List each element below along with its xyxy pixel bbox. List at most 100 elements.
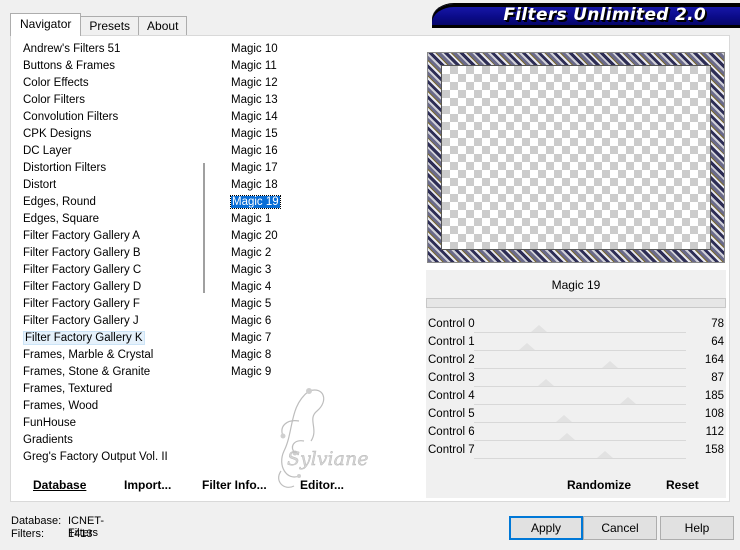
control-slider-thumb[interactable] <box>530 325 547 332</box>
filter-item[interactable]: Magic 6 <box>229 313 277 330</box>
category-item[interactable]: Distortion Filters <box>21 160 201 177</box>
category-list[interactable]: Andrew's Filters 51 Buttons & Frames Color… <box>21 41 201 471</box>
control-row[interactable]: Control 3 87 <box>426 370 726 388</box>
control-slider-track[interactable] <box>474 440 686 441</box>
filter-item[interactable]: Magic 4 <box>229 279 277 296</box>
filter-item[interactable]: Magic 8 <box>229 347 277 364</box>
filter-item[interactable]: Magic 14 <box>229 109 278 126</box>
control-slider-thumb[interactable] <box>555 415 572 422</box>
category-item[interactable]: Color Filters <box>21 92 201 109</box>
category-item-label: Color Effects <box>23 77 89 89</box>
import-button[interactable]: Import... <box>124 478 171 492</box>
filter-item-label: Magic 15 <box>231 128 278 140</box>
control-slider-thumb[interactable] <box>619 397 636 404</box>
category-item[interactable]: Greg's Factory Output Vol. II <box>21 449 201 466</box>
filter-item[interactable]: Magic 19 <box>229 194 281 211</box>
tab-navigator[interactable]: Navigator <box>10 13 82 36</box>
control-slider-track[interactable] <box>474 368 686 369</box>
category-item[interactable]: DC Layer <box>21 143 201 160</box>
apply-button[interactable]: Apply <box>509 516 583 540</box>
category-item[interactable]: Filter Factory Gallery A <box>21 228 201 245</box>
filter-item[interactable]: Magic 20 <box>229 228 278 245</box>
filter-item[interactable]: Magic 12 <box>229 75 278 92</box>
category-item[interactable]: Filter Factory Gallery J <box>21 313 201 330</box>
filter-item[interactable]: Magic 7 <box>229 330 277 347</box>
editor-button[interactable]: Editor... <box>300 478 344 492</box>
filter-item[interactable]: Magic 9 <box>229 364 277 381</box>
filter-item-label: Magic 17 <box>231 162 278 174</box>
reset-button[interactable]: Reset <box>666 478 699 492</box>
control-slider-track[interactable] <box>474 332 686 333</box>
control-slider-thumb[interactable] <box>602 361 619 368</box>
category-item[interactable]: Filter Factory Gallery K <box>21 330 201 347</box>
reset-button-label: Reset <box>666 478 699 492</box>
control-row[interactable]: Control 7 158 <box>426 442 726 460</box>
category-item[interactable]: Edges, Round <box>21 194 201 211</box>
category-item[interactable]: Frames, Wood <box>21 398 201 415</box>
category-item[interactable]: Gradients <box>21 432 201 449</box>
category-item[interactable]: Color Effects <box>21 75 201 92</box>
filter-item[interactable]: Magic 5 <box>229 296 277 313</box>
category-item[interactable]: Convolution Filters <box>21 109 201 126</box>
category-item[interactable]: Edges, Square <box>21 211 201 228</box>
category-scroll-thumb[interactable] <box>203 163 205 293</box>
tab-about[interactable]: About <box>138 16 188 36</box>
control-slider-thumb[interactable] <box>597 451 614 458</box>
control-row[interactable]: Control 0 78 <box>426 316 726 334</box>
control-row[interactable]: Control 1 64 <box>426 334 726 352</box>
category-item[interactable]: Frames, Marble & Crystal <box>21 347 201 364</box>
control-slider-thumb[interactable] <box>559 433 576 440</box>
category-item[interactable]: Andrew's Filters 51 <box>21 41 201 58</box>
control-value: 158 <box>704 444 724 456</box>
title-banner: Filters Unlimited 2.0 <box>432 4 740 25</box>
filter-item-label: Magic 20 <box>231 230 278 242</box>
category-item[interactable]: Buttons & Frames <box>21 58 201 75</box>
category-item[interactable]: Frames, Textured <box>21 381 201 398</box>
category-item[interactable]: Frames, Stone & Granite <box>21 364 201 381</box>
control-row[interactable]: Control 2 164 <box>426 352 726 370</box>
control-row[interactable]: Control 5 108 <box>426 406 726 424</box>
control-row[interactable]: Control 6 112 <box>426 424 726 442</box>
filter-item[interactable]: Magic 13 <box>229 92 278 109</box>
category-item[interactable]: Filter Factory Gallery C <box>21 262 201 279</box>
control-slider-track[interactable] <box>474 386 686 387</box>
filter-item[interactable]: Magic 18 <box>229 177 278 194</box>
filter-item[interactable]: Magic 11 <box>229 58 277 75</box>
control-slider-track[interactable] <box>474 422 686 423</box>
filter-item-label: Magic 14 <box>231 111 278 123</box>
filter-item[interactable]: Magic 3 <box>229 262 277 279</box>
filter-item[interactable]: Magic 2 <box>229 245 277 262</box>
category-item-label: Filter Factory Gallery J <box>23 315 139 327</box>
category-item[interactable]: Distort <box>21 177 201 194</box>
filter-item[interactable]: Magic 17 <box>229 160 278 177</box>
control-label: Control 1 <box>428 336 475 348</box>
control-row[interactable]: Control 4 185 <box>426 388 726 406</box>
category-item[interactable]: Filter Factory Gallery D <box>21 279 201 296</box>
filter-item-label: Magic 19 <box>230 195 281 209</box>
category-item-label: Filter Factory Gallery A <box>23 230 140 242</box>
filter-item[interactable]: Magic 1 <box>229 211 277 228</box>
category-scrollbar[interactable] <box>201 41 209 471</box>
control-label: Control 6 <box>428 426 475 438</box>
control-slider-track[interactable] <box>474 458 686 459</box>
control-slider-track[interactable] <box>474 350 686 351</box>
category-item-label: Gradients <box>23 434 73 446</box>
control-slider-thumb[interactable] <box>538 379 555 386</box>
cancel-button[interactable]: Cancel <box>583 516 657 540</box>
help-button[interactable]: Help <box>660 516 734 540</box>
filter-item[interactable]: Magic 10 <box>229 41 278 58</box>
filter-item[interactable]: Magic 16 <box>229 143 278 160</box>
randomize-button[interactable]: Randomize <box>567 478 631 492</box>
category-item[interactable]: Filter Factory Gallery B <box>21 245 201 262</box>
category-item[interactable]: Filter Factory Gallery F <box>21 296 201 313</box>
filter-item[interactable]: Magic 15 <box>229 126 278 143</box>
filter-list[interactable]: Magic 10 Magic 11 Magic 12 Magic 13 Magic 14… <box>229 41 409 471</box>
category-item[interactable]: CPK Designs <box>21 126 201 143</box>
filter-info-button[interactable]: Filter Info... <box>202 478 267 492</box>
control-slider-track[interactable] <box>474 404 686 405</box>
category-item[interactable]: FunHouse <box>21 415 201 432</box>
control-slider-thumb[interactable] <box>519 343 536 350</box>
control-value: 108 <box>704 408 724 420</box>
tab-presets[interactable]: Presets <box>80 16 140 36</box>
database-button[interactable]: Database <box>33 478 86 492</box>
